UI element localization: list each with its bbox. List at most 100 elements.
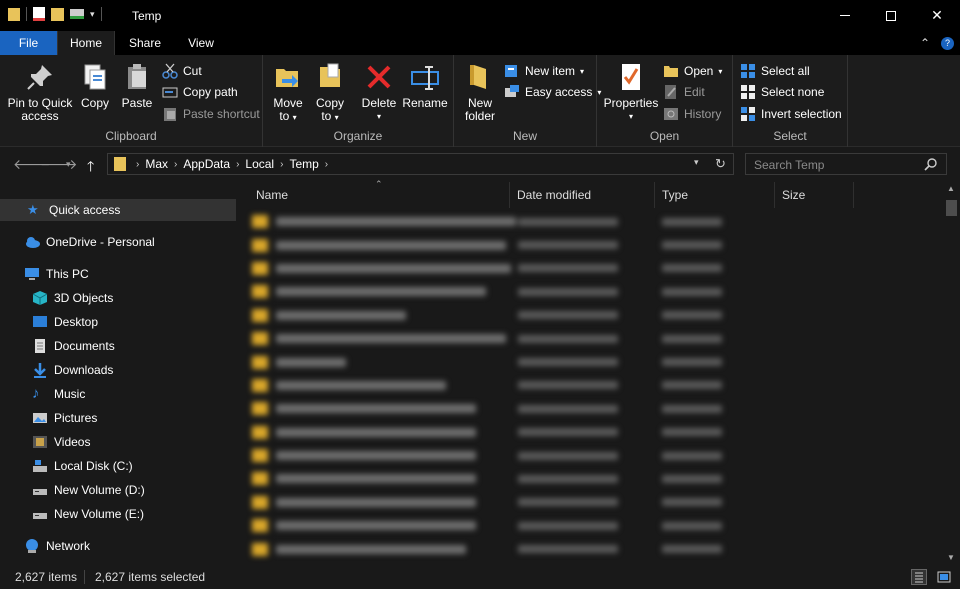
table-row[interactable] [252,537,852,560]
breadcrumb-chevron-icon[interactable]: › [174,159,177,170]
table-row[interactable] [252,444,852,467]
table-row[interactable] [252,397,852,420]
nav-pictures[interactable]: Pictures [0,407,236,429]
cube-icon [32,290,48,306]
table-row[interactable] [252,491,852,514]
minimize-button[interactable] [822,0,868,31]
address-dropdown-icon[interactable]: ▾ [694,157,699,168]
select-none-icon [740,84,756,100]
up-arrow-icon[interactable]: 🡑 [87,156,94,180]
vertical-scrollbar[interactable]: ▲ ▼ [943,182,960,564]
table-row[interactable] [252,210,852,233]
tab-home[interactable]: Home [57,31,115,55]
table-row[interactable] [252,257,852,280]
column-header-date-modified[interactable]: Date modified [511,182,655,208]
nav-local-disk-c[interactable]: Local Disk (C:) [0,455,236,477]
close-button[interactable]: ✕ [914,0,960,31]
tab-file[interactable]: File [0,31,57,55]
tab-view[interactable]: View [176,31,226,55]
breadcrumb-item[interactable]: Max [145,157,168,171]
table-row[interactable] [252,467,852,490]
nav-downloads[interactable]: Downloads [0,359,236,381]
scroll-down-icon[interactable]: ▼ [947,553,955,562]
history-button[interactable]: History [663,104,721,124]
tab-share[interactable]: Share [120,31,170,55]
rename-button[interactable]: Rename [401,61,449,110]
help-icon[interactable]: ? [941,37,954,50]
breadcrumb-chevron-icon[interactable]: › [236,159,239,170]
column-header-name[interactable]: Name [250,182,510,208]
music-note-icon: ♪ [32,385,40,402]
new-folder-button[interactable]: New folder [460,61,500,123]
copy-button[interactable]: Copy [76,61,114,110]
edit-button[interactable]: Edit [663,82,705,102]
select-none-button[interactable]: Select none [740,82,824,102]
refresh-icon[interactable]: ↻ [715,156,726,172]
table-row[interactable] [252,280,852,303]
breadcrumb-item[interactable]: AppData [183,157,230,171]
nav-desktop[interactable]: Desktop [0,311,236,333]
table-row[interactable] [252,514,852,537]
nav-new-volume-e[interactable]: New Volume (E:) [0,503,236,525]
column-header-type[interactable]: Type [656,182,775,208]
breadcrumb-item[interactable]: Temp [289,157,318,171]
search-input[interactable]: Search Temp [754,158,824,172]
invert-selection-button[interactable]: Invert selection [740,104,842,124]
redacted-date [518,217,618,226]
nav-videos[interactable]: Videos [0,431,236,453]
open-button[interactable]: Open ▾ [663,61,722,81]
nav-this-pc[interactable]: This PC [0,263,236,285]
move-to-button[interactable]: Move to ▾ [269,61,307,124]
maximize-button[interactable] [868,0,914,31]
details-view-icon[interactable] [911,569,927,585]
customize-chevron-icon[interactable]: ▾ [90,9,95,20]
new-folder-icon[interactable] [51,7,64,21]
search-box[interactable]: Search Temp [745,153,947,175]
table-row[interactable] [252,374,852,397]
properties-button[interactable]: Properties ▾ [603,61,659,123]
large-icons-view-icon[interactable] [936,569,952,585]
breadcrumb-chevron-icon[interactable]: › [280,159,283,170]
cut-button[interactable]: Cut [162,61,202,81]
select-all-button[interactable]: Select all [740,61,810,81]
scroll-up-icon[interactable]: ▲ [947,184,955,193]
new-item-button[interactable]: New item ▾ [504,61,584,81]
collapse-ribbon-icon[interactable]: ⌃ [920,36,930,50]
properties-icon [615,61,647,93]
nav-quick-access[interactable]: ★ Quick access [0,199,236,221]
copy-path-button[interactable]: Copy path [162,82,238,102]
table-row[interactable] [252,421,852,444]
nav-network[interactable]: Network [0,535,236,557]
table-row[interactable] [252,350,852,373]
nav-documents[interactable]: Documents [0,335,236,357]
redacted-type [662,498,722,507]
delete-button[interactable]: Delete ▾ [359,61,399,123]
select-group-label: Select [773,129,807,143]
properties-icon[interactable] [33,7,45,21]
nav-onedrive[interactable]: OneDrive - Personal [0,231,236,253]
table-row[interactable] [252,304,852,327]
table-row[interactable] [252,233,852,256]
nav-new-volume-d[interactable]: New Volume (D:) [0,479,236,501]
drive-icon[interactable] [70,9,84,19]
column-header-size[interactable]: Size [776,182,854,208]
pin-to-quick-access-button[interactable]: Pin to Quick access [6,61,74,123]
easy-access-button[interactable]: Easy access ▾ [504,82,601,102]
recent-locations-chevron-icon[interactable]: ▾ [66,159,71,170]
forward-arrow-icon[interactable]: 🡒 [40,156,78,173]
address-bar[interactable]: › Max › AppData › Local › Temp › ▾ ↻ [107,153,734,175]
scrollbar-thumb[interactable] [946,200,957,216]
ribbon-tabs: File Home Share View ⌃ ? [0,31,960,55]
redacted-type [662,451,722,460]
copy-to-button[interactable]: Copy to ▾ [311,61,349,124]
breadcrumb-item[interactable]: Local [245,157,274,171]
paste-button[interactable]: Paste [118,61,156,110]
nav-3d-objects[interactable]: 3D Objects [0,287,236,309]
nav-music[interactable]: ♪ Music [0,383,236,405]
paste-shortcut-button[interactable]: Paste shortcut [162,104,260,124]
paste-shortcut-label: Paste shortcut [183,107,260,121]
breadcrumb-chevron-icon[interactable]: › [325,159,328,170]
properties-label: Properties [603,96,659,110]
nav-item-label: New Volume (D:) [54,483,145,497]
table-row[interactable] [252,327,852,350]
